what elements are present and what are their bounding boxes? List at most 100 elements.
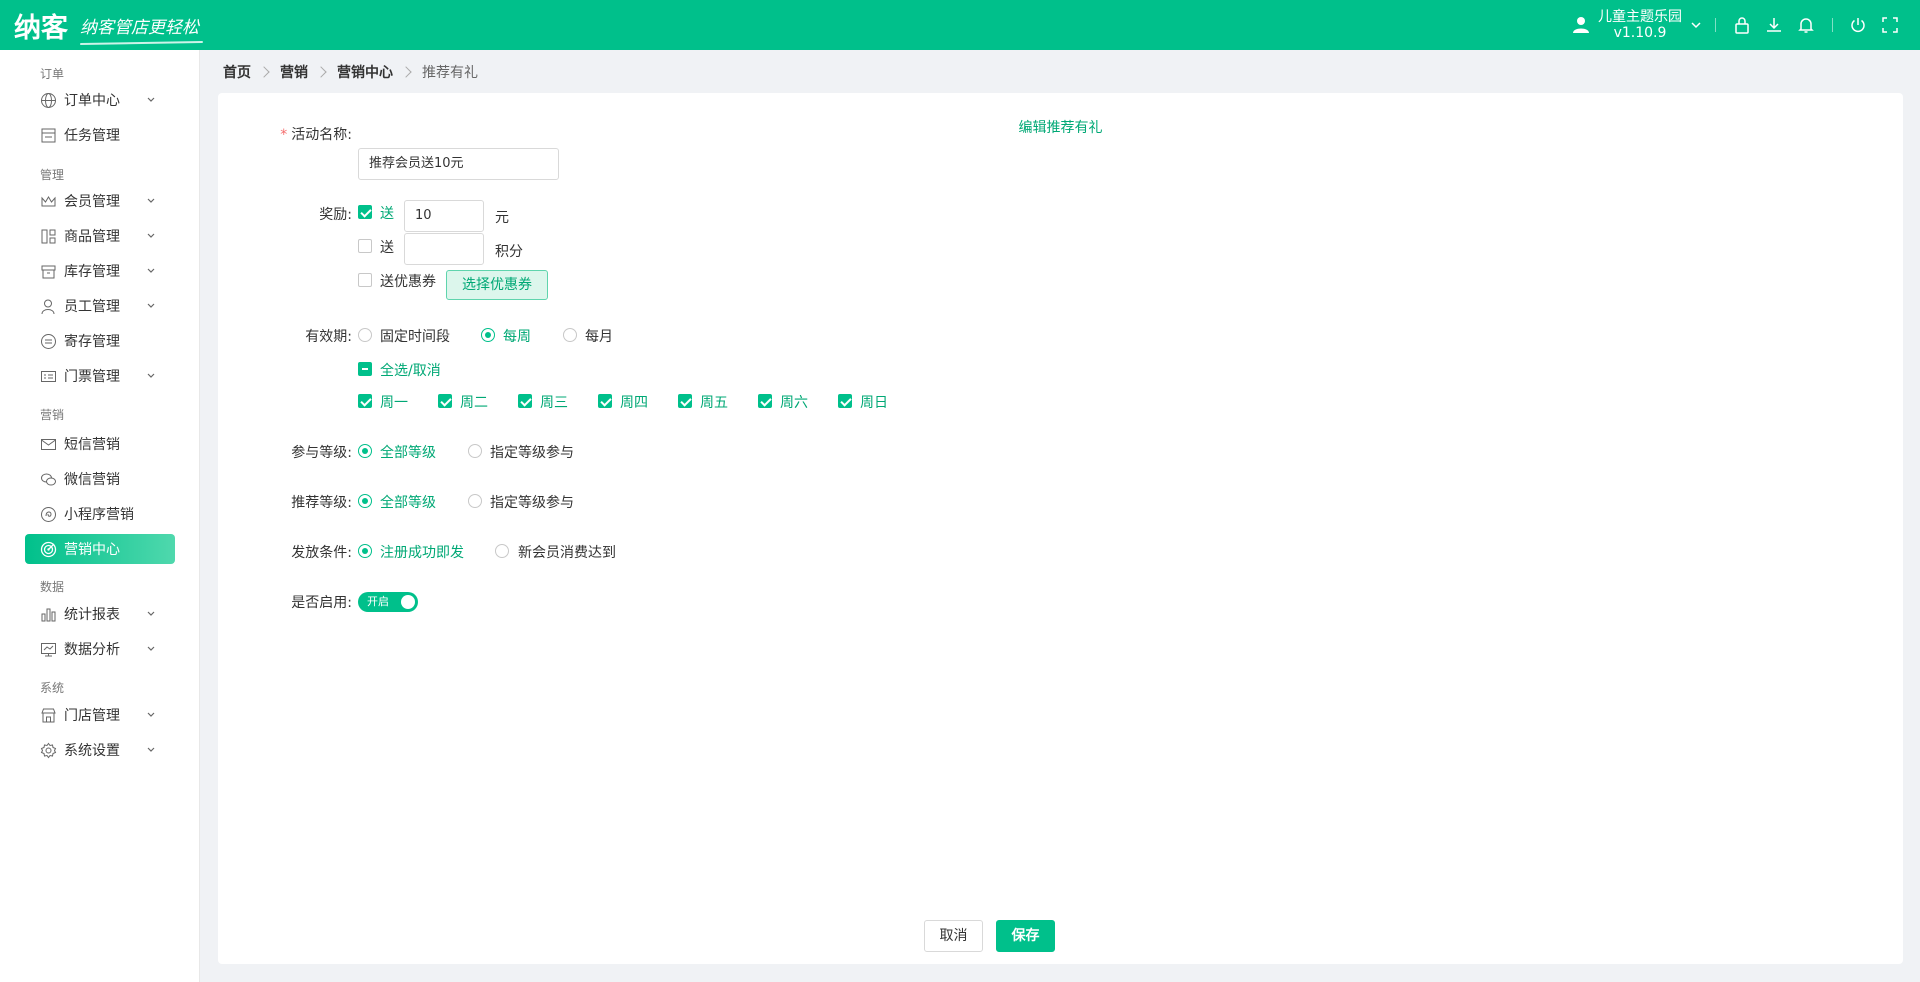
sidebar-item-label: 寄存管理 [64, 334, 120, 350]
validity-option-fixed: 固定时间段 [380, 329, 450, 345]
referrer-level-specific-radio[interactable] [468, 494, 482, 508]
reward-cash-checkbox[interactable] [358, 205, 372, 219]
sidebar-item-marketing-center[interactable]: 营销中心 [25, 534, 175, 564]
sidebar: 订单 订单中心 任务管理 管理 会员管理 商品管理 库存管理 员工管理 寄存管理… [0, 50, 200, 982]
validity-weekly-radio[interactable] [481, 328, 495, 342]
weekday-label: 周二 [460, 395, 488, 411]
sidebar-item-sms[interactable]: 短信营销 [25, 429, 175, 459]
activity-name-input[interactable]: 推荐会员送10元 [358, 148, 559, 180]
reward-cash-unit: 元 [495, 210, 509, 226]
store-name: 儿童主题乐园 [1598, 9, 1682, 25]
select-all-label: 全选/取消 [380, 363, 441, 379]
grid-icon [41, 229, 56, 244]
sidebar-item-label: 系统设置 [64, 743, 120, 759]
weekday-checkbox-mon[interactable] [358, 394, 372, 408]
sidebar-item-settings[interactable]: 系统设置 [25, 735, 175, 765]
task-icon [41, 128, 56, 143]
sidebar-item-label: 商品管理 [64, 229, 120, 245]
join-level-specific-radio[interactable] [468, 444, 482, 458]
chevron-down-icon [147, 97, 155, 102]
reward-cash-input[interactable]: 10 [404, 200, 484, 232]
referrer-level-all-radio[interactable] [358, 494, 372, 508]
sidebar-item-label: 员工管理 [64, 299, 120, 315]
ticket-icon [41, 371, 56, 382]
issue-option-spend: 新会员消费达到 [518, 545, 616, 561]
save-button[interactable]: 保存 [996, 920, 1055, 952]
sidebar-item-store[interactable]: 门店管理 [25, 700, 175, 730]
sidebar-item-ticket[interactable]: 门票管理 [25, 361, 175, 391]
reward-points-checkbox[interactable] [358, 239, 372, 253]
chevron-down-icon [147, 373, 155, 378]
user-icon [1573, 17, 1589, 33]
sidebar-item-storage[interactable]: 寄存管理 [25, 326, 175, 356]
chevron-down-icon [147, 268, 155, 273]
referrer-level-option-specific: 指定等级参与 [490, 495, 574, 511]
chevron-down-icon [147, 712, 155, 717]
select-all-checkbox[interactable] [358, 362, 372, 376]
weekday-checkbox-wed[interactable] [518, 394, 532, 408]
issue-on-register-radio[interactable] [358, 544, 372, 558]
store-switcher[interactable]: 儿童主题乐园 v1.10.9 [1572, 7, 1702, 43]
download-icon[interactable] [1764, 15, 1784, 35]
weekday-checkbox-sat[interactable] [758, 394, 772, 408]
sidebar-item-label: 小程序营销 [64, 507, 134, 523]
logo[interactable]: 纳客 纳客管店更轻松 [14, 8, 199, 44]
chevron-down-icon [147, 611, 155, 616]
weekday-checkbox-sun[interactable] [838, 394, 852, 408]
reward-coupon-label: 送优惠券 [380, 274, 436, 290]
validity-fixed-radio[interactable] [358, 328, 372, 342]
referrer-level-label: 推荐等级: [291, 495, 352, 511]
chevron-down-icon [147, 303, 155, 308]
breadcrumb-marketing[interactable]: 营销 [280, 62, 308, 82]
sidebar-item-wechat[interactable]: 微信营销 [25, 464, 175, 494]
reward-points-input[interactable] [404, 233, 484, 265]
sidebar-item-miniprogram[interactable]: 小程序营销 [25, 499, 175, 529]
page-title: 编辑推荐有礼 [1018, 120, 1103, 136]
mail-icon [41, 439, 56, 450]
storage-icon [41, 334, 56, 349]
chevron-down-icon [147, 646, 155, 651]
lock-icon[interactable] [1732, 15, 1752, 35]
chevron-down-icon [147, 198, 155, 203]
reward-cash-prefix: 送 [380, 206, 394, 222]
weekday-checkbox-thu[interactable] [598, 394, 612, 408]
enabled-switch[interactable]: 开启 [358, 592, 418, 612]
sidebar-item-staff[interactable]: 员工管理 [25, 291, 175, 321]
join-level-option-all: 全部等级 [380, 445, 436, 461]
select-coupon-button[interactable]: 选择优惠券 [446, 270, 548, 300]
fullscreen-icon[interactable] [1880, 15, 1900, 35]
sidebar-item-analysis[interactable]: 数据分析 [25, 634, 175, 664]
issue-on-spend-radio[interactable] [495, 544, 509, 558]
weekday-checkbox-fri[interactable] [678, 394, 692, 408]
power-icon[interactable] [1848, 15, 1868, 35]
weekday-label: 周三 [540, 395, 568, 411]
sidebar-item-label: 营销中心 [64, 542, 120, 558]
reward-points-unit: 积分 [495, 244, 523, 260]
form-card: 编辑推荐有礼 * 活动名称: 推荐会员送10元 奖励: 送 10 元 送 积分 送… [218, 93, 1903, 964]
sidebar-item-label: 短信营销 [64, 437, 120, 453]
chevron-down-icon [147, 747, 155, 752]
weekday-label: 周六 [780, 395, 808, 411]
sidebar-item-order-center[interactable]: 订单中心 [25, 85, 175, 115]
sidebar-item-member[interactable]: 会员管理 [25, 186, 175, 216]
activity-name-label: 活动名称: [291, 127, 352, 143]
chevron-right-icon [315, 66, 327, 78]
join-level-all-radio[interactable] [358, 444, 372, 458]
sidebar-item-product[interactable]: 商品管理 [25, 221, 175, 251]
sidebar-item-label: 统计报表 [64, 607, 120, 623]
validity-monthly-radio[interactable] [563, 328, 577, 342]
required-mark: * [280, 127, 288, 143]
bell-icon[interactable] [1796, 15, 1816, 35]
sidebar-item-label: 数据分析 [64, 642, 120, 658]
sidebar-item-task[interactable]: 任务管理 [25, 120, 175, 150]
reward-coupon-checkbox[interactable] [358, 273, 372, 287]
version-label: v1.10.9 [1613, 25, 1667, 41]
weekday-checkbox-tue[interactable] [438, 394, 452, 408]
bar-chart-icon [41, 608, 56, 622]
cancel-button[interactable]: 取消 [924, 920, 983, 952]
breadcrumb-home[interactable]: 首页 [223, 62, 251, 82]
reward-label: 奖励: [319, 207, 352, 223]
sidebar-item-inventory[interactable]: 库存管理 [25, 256, 175, 286]
sidebar-item-report[interactable]: 统计报表 [25, 599, 175, 629]
breadcrumb-marketing-center[interactable]: 营销中心 [337, 62, 393, 82]
